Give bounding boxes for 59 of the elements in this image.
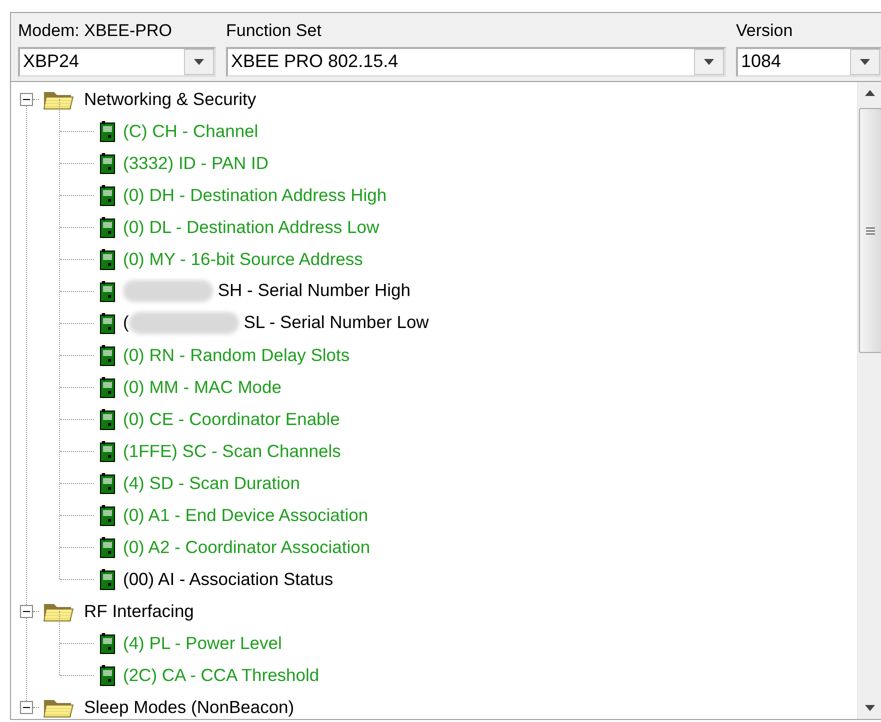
version-combo[interactable]: 1084 (736, 46, 881, 76)
dropdown-button[interactable] (850, 48, 880, 74)
setting-label[interactable]: (3332) ID - PAN ID (123, 152, 269, 174)
grip-icon (866, 226, 874, 234)
device-icon (100, 408, 115, 430)
setting-label[interactable]: (2C) CA - CCA Threshold (123, 664, 320, 686)
device-icon (100, 152, 115, 174)
group-label: Networking & Security (84, 88, 256, 110)
version-label: Version (736, 20, 794, 42)
up-arrow-icon (865, 90, 875, 96)
setting-label[interactable]: (00) AI - Association Status (123, 568, 334, 590)
setting-label[interactable]: (4) PL - Power Level (123, 632, 282, 654)
combo-value: XBEE PRO 802.15.4 (230, 51, 400, 72)
device-icon (100, 216, 115, 238)
caret-icon (194, 58, 204, 64)
function-set-combo[interactable]: XBEE PRO 802.15.4 (226, 46, 726, 76)
setting-label[interactable]: (C) CH - Channel (123, 120, 258, 142)
caret-icon (704, 58, 714, 64)
device-icon (100, 248, 115, 270)
device-icon (100, 504, 115, 526)
setting-label[interactable]: (0) A2 - Coordinator Association (123, 536, 370, 558)
function-set-label: Function Set (226, 20, 322, 42)
device-icon (100, 344, 115, 366)
modem-combo[interactable]: XBP24 (18, 46, 216, 76)
device-icon (100, 312, 115, 334)
device-icon (100, 632, 115, 654)
setting-label[interactable]: (0) DH - Destination Address High (123, 184, 387, 206)
device-icon (100, 568, 115, 590)
setting-label[interactable]: (0) MM - MAC Mode (123, 376, 282, 398)
setting-label[interactable]: (1FFE) SC - Scan Channels (123, 440, 341, 462)
dropdown-button[interactable] (184, 48, 214, 74)
scrollbar-thumb[interactable] (858, 108, 881, 353)
caret-icon (860, 58, 870, 64)
setting-label[interactable]: (0) MY - 16-bit Source Address (123, 248, 363, 270)
group-label: RF Interfacing (84, 600, 194, 622)
setting-label[interactable]: (4) SD - Scan Duration (123, 472, 300, 494)
down-arrow-icon (865, 705, 875, 711)
device-icon (100, 440, 115, 462)
device-icon (100, 664, 115, 686)
device-icon (100, 376, 115, 398)
device-icon (100, 472, 115, 494)
combo-value: 1084 (740, 51, 782, 72)
setting-label[interactable]: (0) RN - Random Delay Slots (123, 344, 350, 366)
device-icon (100, 120, 115, 142)
device-icon (100, 280, 115, 302)
device-icon (100, 536, 115, 558)
setting-label[interactable]: (0) CE - Coordinator Enable (123, 408, 340, 430)
setting-label[interactable]: SH - Serial Number High (123, 280, 410, 302)
combo-value: XBP24 (22, 51, 80, 72)
setting-label[interactable]: (0) A1 - End Device Association (123, 504, 368, 526)
setting-label[interactable]: (0) DL - Destination Address Low (123, 216, 380, 238)
device-icon (100, 184, 115, 206)
dropdown-button[interactable] (694, 48, 724, 74)
modem-label: Modem: XBEE-PRO (18, 20, 173, 42)
collapse-button[interactable] (20, 604, 33, 618)
group-label: Sleep Modes (NonBeacon) (84, 696, 294, 718)
collapse-button[interactable] (20, 700, 33, 714)
setting-label[interactable]: ( SL - Serial Number Low (123, 312, 429, 334)
collapse-button[interactable] (20, 92, 33, 106)
